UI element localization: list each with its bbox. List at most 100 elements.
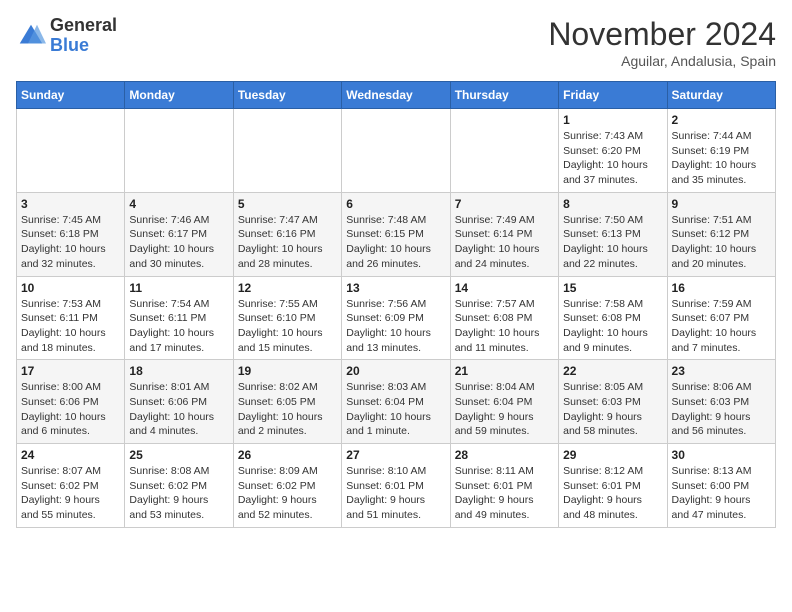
day-number: 21	[455, 364, 554, 378]
day-number: 1	[563, 113, 662, 127]
table-row: 5 Sunrise: 7:47 AM Sunset: 6:16 PM Daylig…	[233, 192, 341, 276]
day-info: Sunrise: 8:11 AM Sunset: 6:01 PM Dayligh…	[455, 464, 554, 523]
day-info: Sunrise: 7:47 AM Sunset: 6:16 PM Dayligh…	[238, 213, 337, 272]
day-info: Sunrise: 7:56 AM Sunset: 6:09 PM Dayligh…	[346, 297, 445, 356]
logo-icon	[16, 21, 46, 51]
table-row: 18 Sunrise: 8:01 AM Sunset: 6:06 PM Dayli…	[125, 360, 233, 444]
calendar-header: SundayMondayTuesdayWednesdayThursdayFrid…	[17, 82, 776, 109]
header-saturday: Saturday	[667, 82, 775, 109]
day-number: 20	[346, 364, 445, 378]
header-friday: Friday	[559, 82, 667, 109]
day-number: 4	[129, 197, 228, 211]
day-number: 26	[238, 448, 337, 462]
day-number: 17	[21, 364, 120, 378]
calendar-body: 1 Sunrise: 7:43 AM Sunset: 6:20 PM Daylig…	[17, 109, 776, 528]
day-info: Sunrise: 8:01 AM Sunset: 6:06 PM Dayligh…	[129, 380, 228, 439]
table-row: 30 Sunrise: 8:13 AM Sunset: 6:00 PM Dayli…	[667, 444, 775, 528]
table-row: 3 Sunrise: 7:45 AM Sunset: 6:18 PM Daylig…	[17, 192, 125, 276]
day-info: Sunrise: 7:49 AM Sunset: 6:14 PM Dayligh…	[455, 213, 554, 272]
table-row: 24 Sunrise: 8:07 AM Sunset: 6:02 PM Dayli…	[17, 444, 125, 528]
table-row	[342, 109, 450, 193]
day-number: 9	[672, 197, 771, 211]
day-info: Sunrise: 7:59 AM Sunset: 6:07 PM Dayligh…	[672, 297, 771, 356]
day-number: 23	[672, 364, 771, 378]
day-number: 28	[455, 448, 554, 462]
day-info: Sunrise: 7:54 AM Sunset: 6:11 PM Dayligh…	[129, 297, 228, 356]
day-number: 30	[672, 448, 771, 462]
table-row	[17, 109, 125, 193]
day-number: 2	[672, 113, 771, 127]
day-info: Sunrise: 7:45 AM Sunset: 6:18 PM Dayligh…	[21, 213, 120, 272]
week-row-5: 24 Sunrise: 8:07 AM Sunset: 6:02 PM Dayli…	[17, 444, 776, 528]
day-number: 6	[346, 197, 445, 211]
table-row: 7 Sunrise: 7:49 AM Sunset: 6:14 PM Daylig…	[450, 192, 558, 276]
day-number: 24	[21, 448, 120, 462]
table-row: 16 Sunrise: 7:59 AM Sunset: 6:07 PM Dayli…	[667, 276, 775, 360]
table-row: 13 Sunrise: 7:56 AM Sunset: 6:09 PM Dayli…	[342, 276, 450, 360]
week-row-4: 17Sunrise: 8:00 AM Sunset: 6:06 PM Dayli…	[17, 360, 776, 444]
day-info: Sunrise: 8:13 AM Sunset: 6:00 PM Dayligh…	[672, 464, 771, 523]
table-row: 21 Sunrise: 8:04 AM Sunset: 6:04 PM Dayli…	[450, 360, 558, 444]
table-row: 12Sunrise: 7:55 AM Sunset: 6:10 PM Dayli…	[233, 276, 341, 360]
day-info: Sunrise: 7:50 AM Sunset: 6:13 PM Dayligh…	[563, 213, 662, 272]
day-info: Sunrise: 8:09 AM Sunset: 6:02 PM Dayligh…	[238, 464, 337, 523]
logo: General Blue	[16, 16, 117, 56]
day-info: Sunrise: 7:43 AM Sunset: 6:20 PM Dayligh…	[563, 129, 662, 188]
table-row: 25Sunrise: 8:08 AM Sunset: 6:02 PM Dayli…	[125, 444, 233, 528]
header-sunday: Sunday	[17, 82, 125, 109]
day-number: 29	[563, 448, 662, 462]
day-info: Sunrise: 7:46 AM Sunset: 6:17 PM Dayligh…	[129, 213, 228, 272]
day-number: 8	[563, 197, 662, 211]
header-wednesday: Wednesday	[342, 82, 450, 109]
day-number: 15	[563, 281, 662, 295]
day-info: Sunrise: 8:02 AM Sunset: 6:05 PM Dayligh…	[238, 380, 337, 439]
week-row-2: 3 Sunrise: 7:45 AM Sunset: 6:18 PM Daylig…	[17, 192, 776, 276]
week-row-3: 10Sunrise: 7:53 AM Sunset: 6:11 PM Dayli…	[17, 276, 776, 360]
table-row: 2 Sunrise: 7:44 AM Sunset: 6:19 PM Daylig…	[667, 109, 775, 193]
day-info: Sunrise: 7:53 AM Sunset: 6:11 PM Dayligh…	[21, 297, 120, 356]
logo-text: General Blue	[50, 16, 117, 56]
table-row	[125, 109, 233, 193]
header-tuesday: Tuesday	[233, 82, 341, 109]
calendar-table: SundayMondayTuesdayWednesdayThursdayFrid…	[16, 81, 776, 528]
day-info: Sunrise: 8:03 AM Sunset: 6:04 PM Dayligh…	[346, 380, 445, 439]
day-info: Sunrise: 8:04 AM Sunset: 6:04 PM Dayligh…	[455, 380, 554, 439]
day-info: Sunrise: 8:10 AM Sunset: 6:01 PM Dayligh…	[346, 464, 445, 523]
table-row: 14Sunrise: 7:57 AM Sunset: 6:08 PM Dayli…	[450, 276, 558, 360]
day-info: Sunrise: 8:12 AM Sunset: 6:01 PM Dayligh…	[563, 464, 662, 523]
day-number: 3	[21, 197, 120, 211]
table-row: 29 Sunrise: 8:12 AM Sunset: 6:01 PM Dayli…	[559, 444, 667, 528]
title-block: November 2024 Aguilar, Andalusia, Spain	[548, 16, 776, 69]
day-number: 13	[346, 281, 445, 295]
table-row: 22Sunrise: 8:05 AM Sunset: 6:03 PM Dayli…	[559, 360, 667, 444]
table-row	[450, 109, 558, 193]
day-info: Sunrise: 8:07 AM Sunset: 6:02 PM Dayligh…	[21, 464, 120, 523]
day-info: Sunrise: 7:44 AM Sunset: 6:19 PM Dayligh…	[672, 129, 771, 188]
table-row: 23 Sunrise: 8:06 AM Sunset: 6:03 PM Dayli…	[667, 360, 775, 444]
day-number: 11	[129, 281, 228, 295]
table-row: 6 Sunrise: 7:48 AM Sunset: 6:15 PM Daylig…	[342, 192, 450, 276]
table-row: 28 Sunrise: 8:11 AM Sunset: 6:01 PM Dayli…	[450, 444, 558, 528]
day-number: 18	[129, 364, 228, 378]
day-number: 5	[238, 197, 337, 211]
table-row: 11 Sunrise: 7:54 AM Sunset: 6:11 PM Dayli…	[125, 276, 233, 360]
day-number: 7	[455, 197, 554, 211]
day-info: Sunrise: 8:08 AM Sunset: 6:02 PM Dayligh…	[129, 464, 228, 523]
day-number: 22	[563, 364, 662, 378]
day-info: Sunrise: 8:06 AM Sunset: 6:03 PM Dayligh…	[672, 380, 771, 439]
page-header: General Blue November 2024 Aguilar, Anda…	[16, 16, 776, 69]
table-row: 8 Sunrise: 7:50 AM Sunset: 6:13 PM Daylig…	[559, 192, 667, 276]
weekday-header-row: SundayMondayTuesdayWednesdayThursdayFrid…	[17, 82, 776, 109]
day-number: 12	[238, 281, 337, 295]
table-row: 19Sunrise: 8:02 AM Sunset: 6:05 PM Dayli…	[233, 360, 341, 444]
day-number: 14	[455, 281, 554, 295]
day-number: 16	[672, 281, 771, 295]
table-row: 10Sunrise: 7:53 AM Sunset: 6:11 PM Dayli…	[17, 276, 125, 360]
day-info: Sunrise: 7:51 AM Sunset: 6:12 PM Dayligh…	[672, 213, 771, 272]
table-row: 15Sunrise: 7:58 AM Sunset: 6:08 PM Dayli…	[559, 276, 667, 360]
logo-blue: Blue	[50, 35, 89, 55]
day-info: Sunrise: 7:48 AM Sunset: 6:15 PM Dayligh…	[346, 213, 445, 272]
header-thursday: Thursday	[450, 82, 558, 109]
table-row: 27Sunrise: 8:10 AM Sunset: 6:01 PM Dayli…	[342, 444, 450, 528]
table-row: 17Sunrise: 8:00 AM Sunset: 6:06 PM Dayli…	[17, 360, 125, 444]
